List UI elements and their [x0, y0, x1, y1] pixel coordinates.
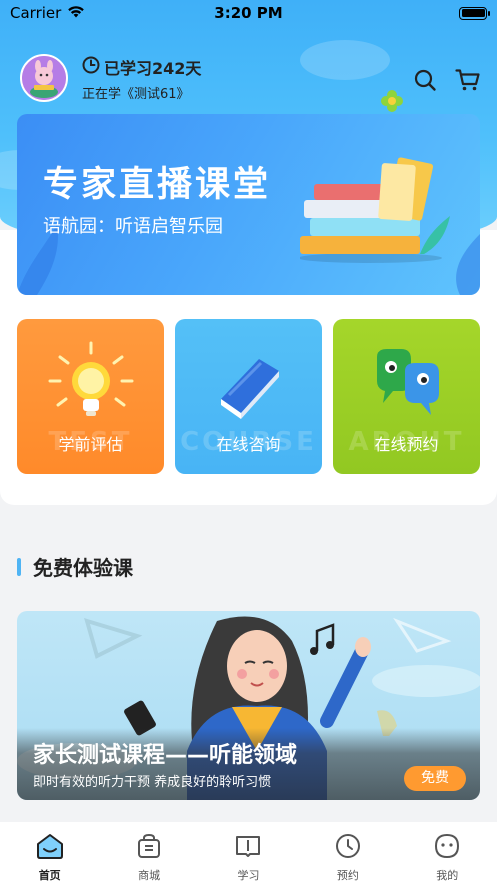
tab-label: 学习: [237, 869, 260, 882]
banner-title: 专家直播课堂: [43, 165, 272, 205]
tab-label: 预约: [336, 869, 359, 882]
tile-label: 学前评估: [58, 435, 123, 454]
live-class-banner[interactable]: 专家直播课堂 语航园：听语启智乐园: [17, 114, 480, 295]
current-course-text: 正在学《测试61》: [82, 86, 190, 102]
study-days-text: 已学习242天: [104, 58, 202, 78]
books-illustration-icon: [298, 154, 450, 268]
section-title: 免费体验课: [33, 556, 133, 580]
clock-icon: [82, 56, 100, 78]
battery-icon: [459, 6, 490, 20]
clock-icon: [334, 832, 362, 863]
tab-mall[interactable]: 商城: [119, 832, 179, 883]
tile-preschool-assessment[interactable]: TEST 学前评估: [17, 319, 164, 474]
tab-home[interactable]: 首页: [20, 832, 80, 883]
tab-label: 我的: [436, 869, 459, 882]
profile-face-icon: [433, 832, 461, 863]
carrier-label: Carrier: [10, 4, 62, 22]
search-icon[interactable]: [413, 68, 437, 96]
banner-subtitle: 语航园：听语启智乐园: [43, 216, 223, 237]
tab-learn[interactable]: 学习: [218, 832, 278, 883]
tab-label: 商城: [138, 869, 161, 882]
tile-online-consult[interactable]: COURSE 在线咨询: [175, 319, 322, 474]
section-header: 免费体验课: [17, 552, 133, 581]
section-accent-bar: [17, 557, 21, 576]
shopping-bag-icon: [135, 832, 163, 863]
category-tiles: TEST 学前评估 COURSE 在线咨询 ABOUT 在线预约: [17, 319, 480, 474]
tile-label: 在线咨询: [216, 435, 281, 454]
bottom-tab-bar: 首页 商城 学习 预约 我的: [0, 822, 497, 883]
free-course-card[interactable]: 家长测试课程——听能领域 即时有效的听力干预 养成良好的聆听习惯 免费: [17, 611, 480, 800]
free-button[interactable]: 免费: [404, 766, 466, 791]
tab-mine[interactable]: 我的: [417, 832, 477, 883]
status-time: 3:20 PM: [214, 4, 283, 22]
book-icon: [209, 341, 289, 425]
status-bar: Carrier 3:20 PM: [0, 0, 497, 26]
tile-online-booking[interactable]: ABOUT 在线预约: [333, 319, 480, 474]
lightbulb-icon: [46, 341, 136, 425]
avatar[interactable]: [20, 54, 68, 102]
tab-booking[interactable]: 预约: [318, 832, 378, 883]
course-subtitle: 即时有效的听力干预 养成良好的聆听习惯: [33, 775, 272, 790]
cart-icon[interactable]: [455, 68, 481, 96]
wifi-icon: [67, 4, 85, 22]
tile-label: 在线预约: [374, 435, 439, 454]
open-book-icon: [234, 832, 262, 863]
course-title: 家长测试课程——听能领域: [33, 743, 298, 768]
home-icon: [35, 832, 65, 863]
chat-bubbles-icon: [367, 341, 447, 425]
user-summary[interactable]: 已学习242天 正在学《测试61》: [20, 54, 201, 102]
tab-label: 首页: [38, 869, 61, 882]
